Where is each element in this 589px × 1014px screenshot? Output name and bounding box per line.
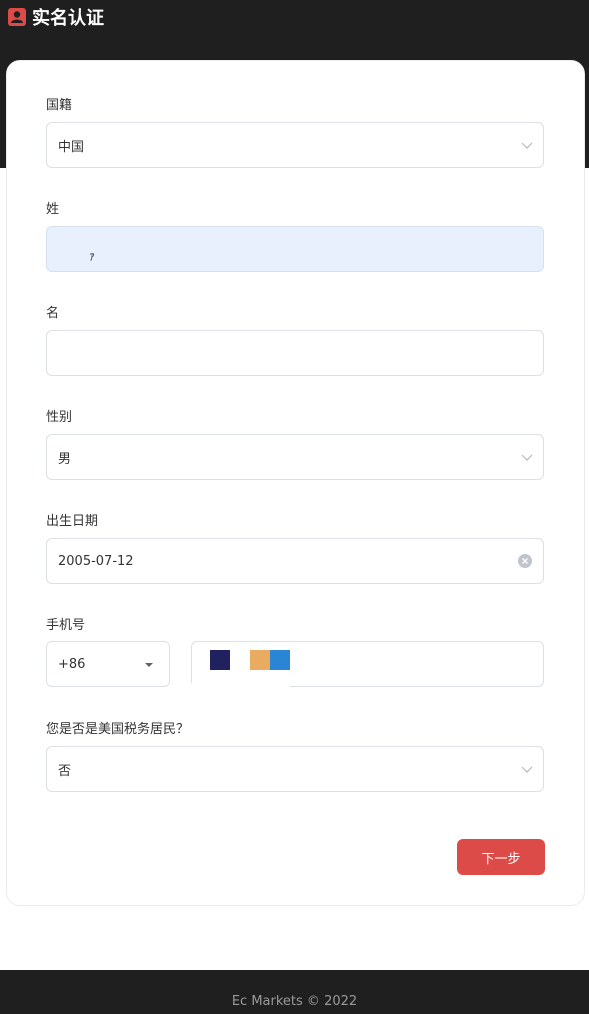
chevron-down-icon bbox=[521, 766, 533, 773]
nationality-label: 国籍 bbox=[46, 98, 73, 113]
autofill-swatch bbox=[250, 650, 270, 670]
us-tax-resident-value: 否 bbox=[58, 763, 72, 779]
first-name-input[interactable] bbox=[46, 330, 544, 376]
gender-select[interactable]: 男 bbox=[46, 434, 544, 480]
us-tax-resident-label: 您是否是美国税务居民？ bbox=[46, 722, 190, 737]
user-icon bbox=[8, 8, 26, 26]
footer: Ec Markets © 2022 bbox=[0, 970, 589, 1014]
autofill-swatch bbox=[210, 650, 230, 670]
phone-label: 手机号 bbox=[46, 618, 86, 633]
gender-label: 性别 bbox=[46, 410, 73, 425]
last-name-input[interactable]: ｧ bbox=[46, 226, 544, 272]
nationality-select[interactable]: 中国 bbox=[46, 122, 544, 168]
page-title: 实名认证 bbox=[32, 8, 104, 29]
chevron-down-icon bbox=[521, 454, 533, 461]
country-code-value: +86 bbox=[58, 656, 86, 672]
chevron-down-icon bbox=[521, 142, 533, 149]
next-button[interactable]: 下一步 bbox=[457, 839, 545, 875]
gender-value: 男 bbox=[58, 451, 72, 467]
phone-number-input[interactable] bbox=[191, 641, 544, 688]
nationality-value: 中国 bbox=[58, 139, 85, 155]
clear-icon[interactable] bbox=[518, 554, 532, 568]
copyright-text: Ec Markets © 2022 bbox=[231, 994, 358, 1009]
caret-down-icon bbox=[145, 663, 153, 667]
verification-form: 国籍 中国 姓 ｧ 名 性别 男 出生日期 2005-07-12 手机号 +86 bbox=[6, 60, 585, 906]
last-name-label: 姓 bbox=[46, 202, 60, 217]
text-cursor: ｧ bbox=[89, 249, 96, 263]
page-header: 实名认证 bbox=[8, 6, 104, 29]
birth-date-input[interactable]: 2005-07-12 bbox=[46, 538, 544, 584]
autofill-swatch bbox=[270, 650, 290, 670]
first-name-label: 名 bbox=[46, 306, 60, 321]
birth-date-label: 出生日期 bbox=[46, 514, 99, 529]
country-code-select[interactable]: +86 bbox=[46, 641, 170, 687]
autofill-overlay bbox=[192, 670, 290, 688]
birth-date-value: 2005-07-12 bbox=[58, 553, 134, 569]
us-tax-resident-select[interactable]: 否 bbox=[46, 746, 544, 792]
